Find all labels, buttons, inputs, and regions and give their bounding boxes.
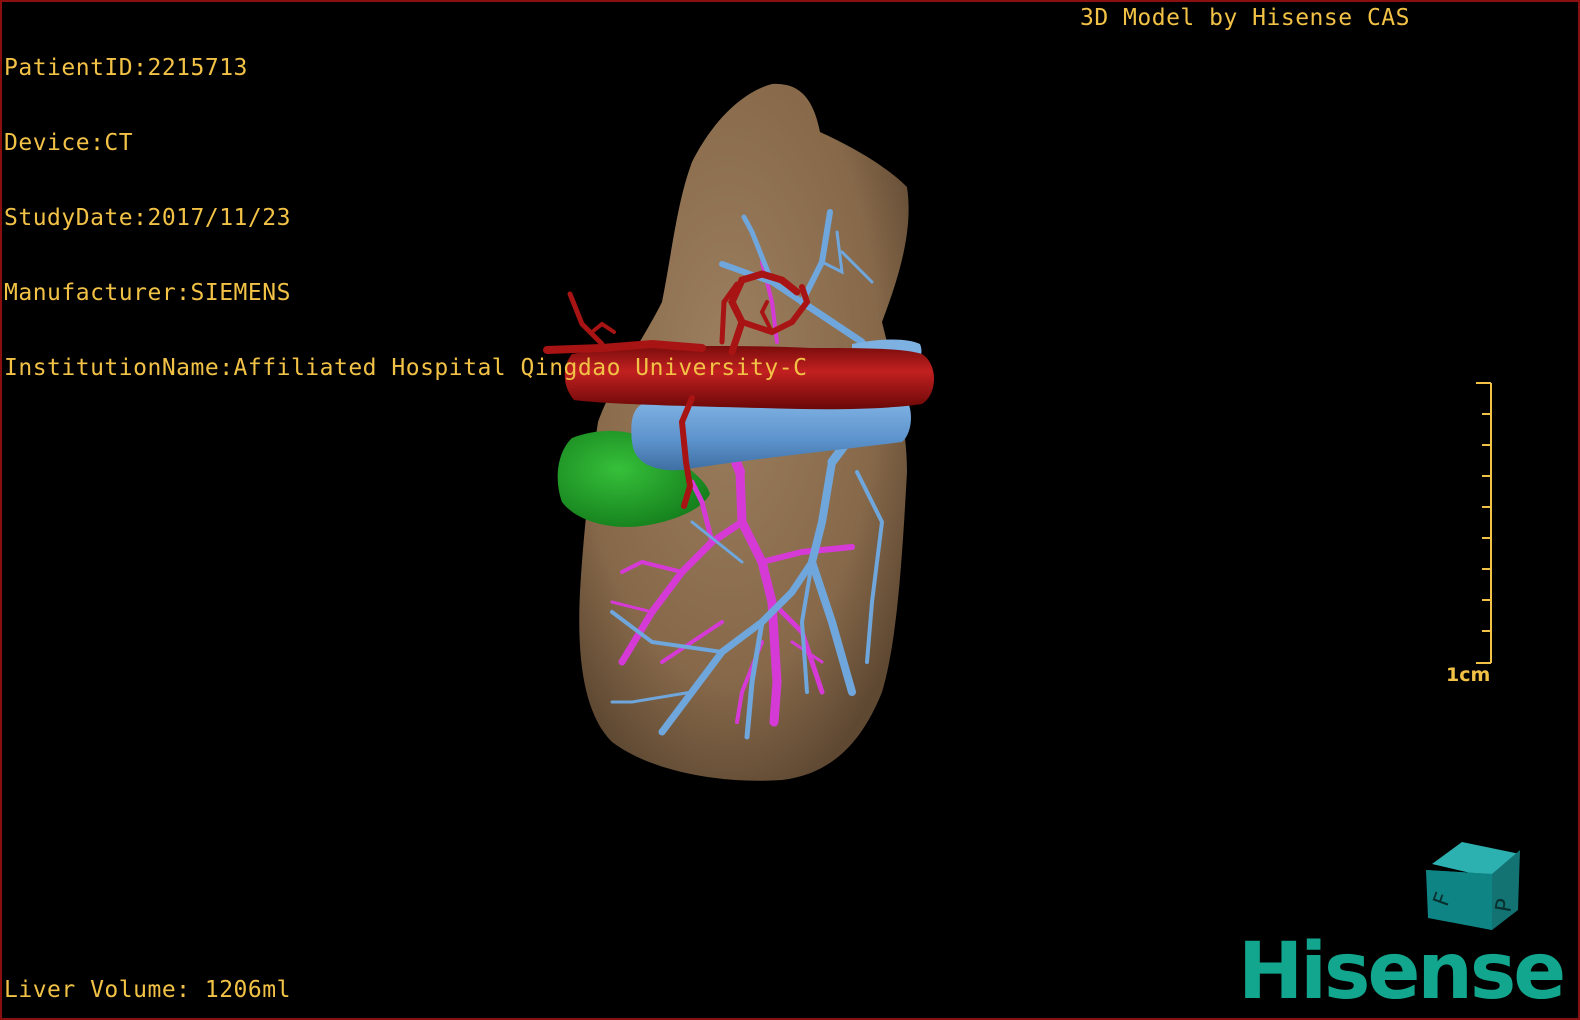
3d-viewport[interactable]: PatientID:2215713 Device:CT StudyDate:20… bbox=[0, 0, 1580, 1020]
liver-volume-label: Liver Volume: 1206ml bbox=[4, 977, 291, 1003]
model-credit-label: 3D Model by Hisense CAS bbox=[1080, 5, 1410, 31]
patient-id-label: PatientID:2215713 bbox=[4, 55, 248, 81]
scale-bar bbox=[1476, 382, 1492, 664]
device-label: Device:CT bbox=[4, 130, 134, 156]
dicom-info-block: PatientID:2215713 Device:CT StudyDate:20… bbox=[4, 6, 807, 431]
scale-bar-label: 1cm bbox=[1446, 664, 1491, 686]
orientation-cube[interactable]: F P bbox=[1422, 838, 1526, 936]
institution-label: InstitutionName:Affiliated Hospital Qing… bbox=[4, 355, 808, 381]
manufacturer-label: Manufacturer:SIEMENS bbox=[4, 280, 291, 306]
hisense-logo: Hisense bbox=[1238, 927, 1566, 1017]
study-date-label: StudyDate:2017/11/23 bbox=[4, 205, 291, 231]
